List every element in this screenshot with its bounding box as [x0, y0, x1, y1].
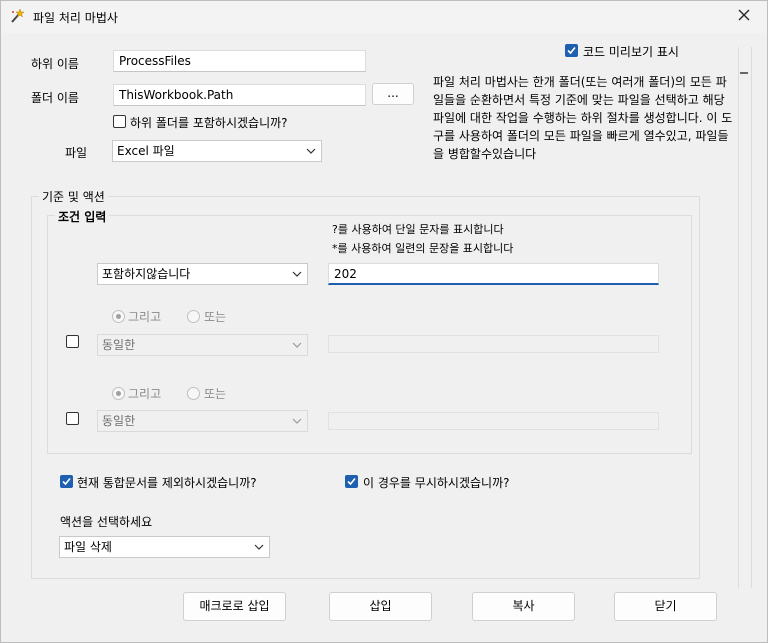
file-type-value: Excel 파일: [117, 144, 175, 158]
close-window-button[interactable]: [736, 7, 752, 23]
row3-or-radio[interactable]: [187, 387, 200, 400]
wizard-description: 파일 처리 마법사는 한개 폴더(또는 여러개 폴더)의 모든 파일들을 순환하…: [433, 75, 733, 161]
insert-button[interactable]: 삽입: [329, 592, 432, 621]
preview-scrollbar[interactable]: [738, 47, 752, 588]
folder-name-input[interactable]: ThisWorkbook.Path: [113, 84, 366, 106]
show-preview-checkbox[interactable]: [565, 44, 578, 57]
hint-sequence: *를 사용하여 일련의 문장을 표시합니다: [332, 242, 514, 255]
browse-folder-button[interactable]: ...: [372, 83, 414, 105]
row2-enable-checkbox[interactable]: [66, 335, 79, 348]
file-type-select[interactable]: Excel 파일: [112, 140, 322, 162]
row3-and-label: 그리고: [128, 387, 162, 401]
show-preview-label: 코드 미리보기 표시: [583, 45, 679, 59]
action-label: 액션을 선택하세요: [60, 515, 153, 529]
file-wizard-window: 파일 처리 마법사 하위 이름 ProcessFiles 폴더 이름 ThisW…: [0, 0, 768, 643]
sub-name-label: 하위 이름: [31, 57, 79, 71]
window-title: 파일 처리 마법사: [33, 11, 118, 25]
title-bar: 파일 처리 마법사: [1, 1, 767, 33]
row3-operator-value: 동일한: [102, 414, 136, 428]
row2-value-input[interactable]: [328, 335, 659, 353]
row2-or-label: 또는: [204, 310, 227, 324]
row3-and-radio[interactable]: [112, 387, 125, 400]
row3-value-input[interactable]: [328, 412, 659, 430]
row2-and-label: 그리고: [128, 310, 162, 324]
chevron-down-icon: [292, 342, 302, 348]
row3-enable-checkbox[interactable]: [66, 412, 79, 425]
insert-as-macro-button[interactable]: 매크로로 삽입: [183, 592, 286, 621]
close-icon: [738, 9, 750, 21]
row3-or-label: 또는: [204, 387, 227, 401]
sub-name-input[interactable]: ProcessFiles: [113, 50, 366, 72]
row2-or-radio[interactable]: [187, 310, 200, 323]
file-label: 파일: [65, 146, 88, 160]
row2-operator-select[interactable]: 동일한: [97, 334, 308, 356]
close-button[interactable]: 닫기: [614, 592, 717, 621]
row2-operator-value: 동일한: [102, 338, 136, 352]
row2-and-radio[interactable]: [112, 310, 125, 323]
chevron-down-icon: [306, 148, 316, 154]
check-icon: [347, 477, 356, 486]
chevron-down-icon: [292, 271, 302, 277]
chevron-down-icon: [254, 544, 264, 550]
row1-operator-select[interactable]: 포함하지않습니다: [97, 263, 308, 285]
scrollbar-thumb[interactable]: [740, 72, 748, 74]
row3-operator-select[interactable]: 동일한: [97, 410, 308, 432]
criteria-group-label: 기준 및 액션: [39, 188, 108, 205]
row1-value-input[interactable]: 202: [328, 263, 659, 285]
hint-single-char: ?를 사용하여 단일 문자를 표시합니다: [332, 223, 504, 236]
action-value: 파일 삭제: [64, 540, 112, 554]
exclude-current-workbook-label: 현재 통합문서를 제외하시겠습니까?: [77, 476, 257, 490]
action-select[interactable]: 파일 삭제: [59, 536, 270, 558]
include-subfolders-checkbox[interactable]: [113, 115, 126, 128]
check-icon: [567, 46, 576, 55]
condition-group-label: 조건 입력: [55, 208, 110, 225]
copy-button[interactable]: 복사: [472, 592, 575, 621]
chevron-down-icon: [292, 418, 302, 424]
check-icon: [62, 477, 71, 486]
ignore-case-label: 이 경우를 무시하시겠습니까?: [363, 476, 510, 490]
row1-operator-value: 포함하지않습니다: [102, 267, 191, 281]
include-subfolders-label: 하위 폴더를 포함하시겠습니까?: [130, 116, 288, 130]
exclude-current-workbook-checkbox[interactable]: [60, 475, 73, 488]
ignore-case-checkbox[interactable]: [345, 475, 358, 488]
wand-icon: [11, 8, 25, 23]
folder-name-label: 폴더 이름: [31, 91, 79, 105]
